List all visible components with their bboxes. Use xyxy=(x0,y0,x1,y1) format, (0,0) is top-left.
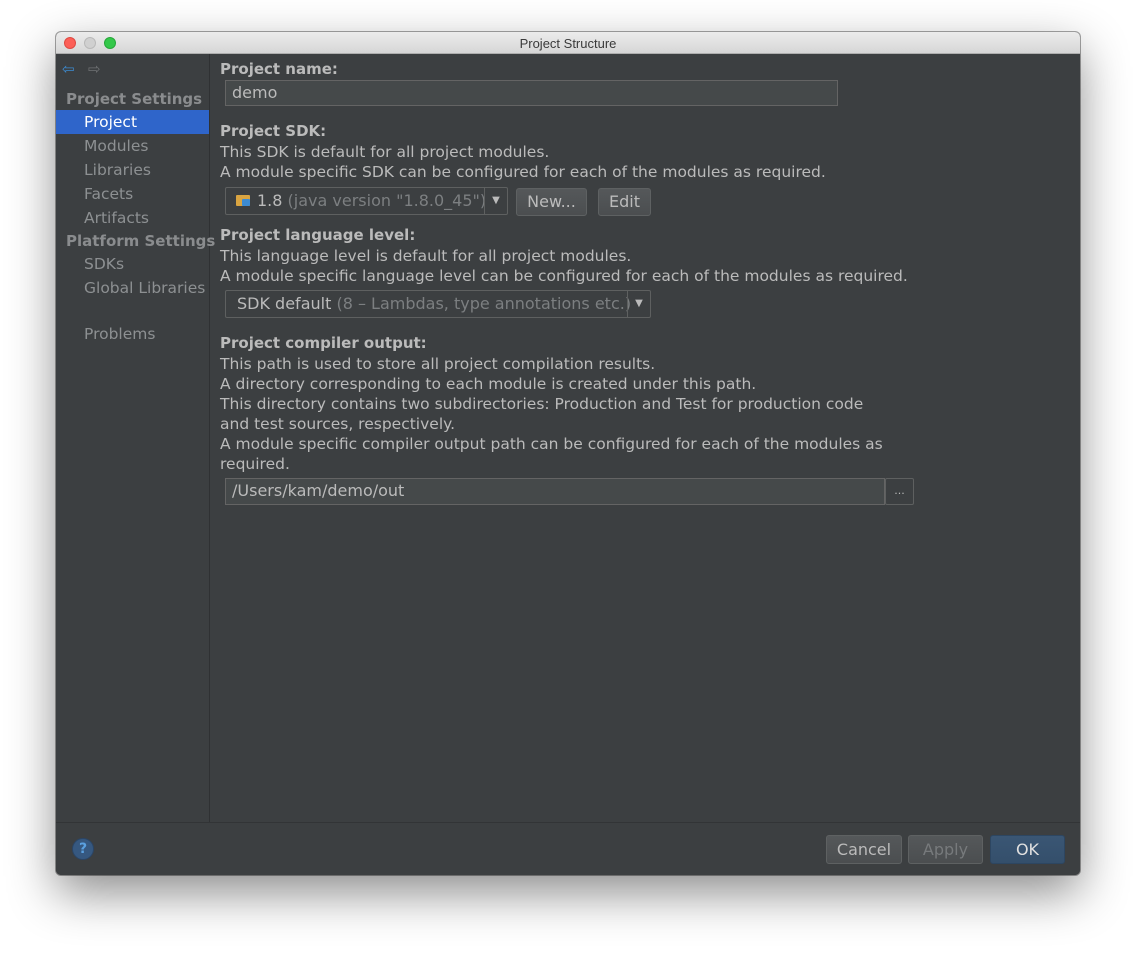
sidebar-item-libraries[interactable]: Libraries xyxy=(56,158,209,182)
arrow-right-icon[interactable]: ⇨ xyxy=(88,60,101,78)
title-bar: Project Structure xyxy=(56,32,1080,54)
project-sdk-label: Project SDK: xyxy=(220,122,327,140)
cancel-button[interactable]: Cancel xyxy=(826,835,902,864)
apply-button[interactable]: Apply xyxy=(908,835,983,864)
language-level-label: Project language level: xyxy=(220,226,416,244)
sidebar-item-problems[interactable]: Problems xyxy=(56,322,209,346)
compiler-output-description-4: and test sources, respectively. xyxy=(220,415,456,433)
sdk-value-detail: (java version "1.8.0_45") xyxy=(287,191,487,210)
arrow-left-icon[interactable]: ⇦ xyxy=(62,60,75,78)
window-title: Project Structure xyxy=(519,36,617,51)
compiler-output-description-3: This directory contains two subdirectori… xyxy=(220,395,864,413)
compiler-output-description-6: required. xyxy=(220,455,290,473)
language-level-description-2: A module specific language level can be … xyxy=(220,267,908,285)
dialog-footer: ? Cancel Apply OK xyxy=(56,822,1080,875)
sdk-description-2: A module specific SDK can be configured … xyxy=(220,163,826,181)
sdk-value: 1.8 xyxy=(257,191,283,210)
project-settings-panel: Project name: demo Project SDK: This SDK… xyxy=(210,54,1080,822)
project-name-label: Project name: xyxy=(220,60,338,78)
project-name-input[interactable]: demo xyxy=(225,80,838,106)
chevron-down-icon[interactable]: ▼ xyxy=(627,291,650,317)
project-structure-window: Project Structure ⇦ ⇨ Project Settings P… xyxy=(56,32,1080,875)
language-level-description-1: This language level is default for all p… xyxy=(220,247,632,265)
new-sdk-button[interactable]: New... xyxy=(516,188,587,216)
sidebar: ⇦ ⇨ Project Settings Project Modules Lib… xyxy=(56,54,215,822)
sdk-description-1: This SDK is default for all project modu… xyxy=(220,143,550,161)
sidebar-item-modules[interactable]: Modules xyxy=(56,134,209,158)
browse-path-button[interactable]: ... xyxy=(885,478,914,505)
language-level-value: SDK default xyxy=(237,294,332,313)
ok-button[interactable]: OK xyxy=(990,835,1065,864)
compiler-output-description-5: A module specific compiler output path c… xyxy=(220,435,883,453)
compiler-output-path-input[interactable]: /Users/kam/demo/out xyxy=(225,478,885,505)
sidebar-item-facets[interactable]: Facets xyxy=(56,182,209,206)
language-level-value-detail: (8 – Lambdas, type annotations etc.) xyxy=(336,294,632,313)
sidebar-header-project-settings: Project Settings xyxy=(66,90,203,108)
language-level-dropdown[interactable]: SDK default (8 – Lambdas, type annotatio… xyxy=(225,290,651,318)
sidebar-header-platform-settings: Platform Settings xyxy=(66,232,216,250)
project-sdk-dropdown[interactable]: 1.8 (java version "1.8.0_45") ▼ xyxy=(225,187,508,215)
help-icon[interactable]: ? xyxy=(72,838,94,860)
sidebar-item-global-libraries[interactable]: Global Libraries xyxy=(56,276,209,300)
sidebar-item-artifacts[interactable]: Artifacts xyxy=(56,206,209,230)
chevron-down-icon[interactable]: ▼ xyxy=(484,188,507,214)
sidebar-item-sdks[interactable]: SDKs xyxy=(56,252,209,276)
compiler-output-description-1: This path is used to store all project c… xyxy=(220,355,656,373)
sidebar-item-project[interactable]: Project xyxy=(56,110,209,134)
sdk-folder-icon xyxy=(236,195,250,206)
compiler-output-description-2: A directory corresponding to each module… xyxy=(220,375,757,393)
compiler-output-label: Project compiler output: xyxy=(220,334,427,352)
edit-sdk-button[interactable]: Edit xyxy=(598,188,651,216)
